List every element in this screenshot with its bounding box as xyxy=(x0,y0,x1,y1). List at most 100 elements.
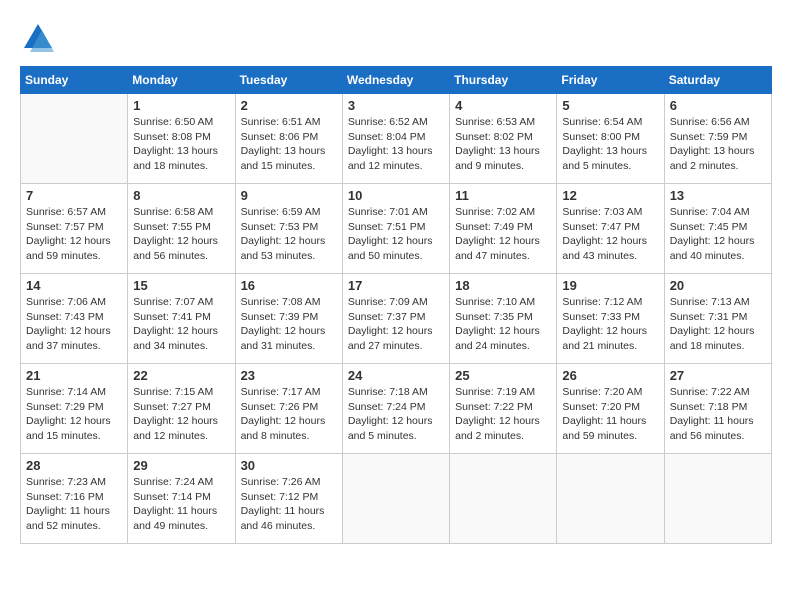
calendar-cell: 24 Sunrise: 7:18 AM Sunset: 7:24 PM Dayli… xyxy=(342,364,449,454)
day-info: Sunrise: 7:04 AM Sunset: 7:45 PM Dayligh… xyxy=(670,205,766,264)
calendar-cell: 27 Sunrise: 7:22 AM Sunset: 7:18 PM Dayli… xyxy=(664,364,771,454)
calendar-cell: 9 Sunrise: 6:59 AM Sunset: 7:53 PM Daylig… xyxy=(235,184,342,274)
day-info: Sunrise: 7:12 AM Sunset: 7:33 PM Dayligh… xyxy=(562,295,658,354)
calendar-table: SundayMondayTuesdayWednesdayThursdayFrid… xyxy=(20,66,772,544)
day-of-week-header: Saturday xyxy=(664,67,771,94)
day-of-week-header: Tuesday xyxy=(235,67,342,94)
day-info: Sunrise: 6:58 AM Sunset: 7:55 PM Dayligh… xyxy=(133,205,229,264)
calendar-cell: 8 Sunrise: 6:58 AM Sunset: 7:55 PM Daylig… xyxy=(128,184,235,274)
day-info: Sunrise: 7:18 AM Sunset: 7:24 PM Dayligh… xyxy=(348,385,444,444)
day-number: 27 xyxy=(670,368,766,383)
page-header xyxy=(20,20,772,56)
calendar-cell: 10 Sunrise: 7:01 AM Sunset: 7:51 PM Dayli… xyxy=(342,184,449,274)
day-of-week-header: Monday xyxy=(128,67,235,94)
day-info: Sunrise: 6:53 AM Sunset: 8:02 PM Dayligh… xyxy=(455,115,551,174)
day-info: Sunrise: 7:19 AM Sunset: 7:22 PM Dayligh… xyxy=(455,385,551,444)
day-number: 18 xyxy=(455,278,551,293)
day-info: Sunrise: 7:03 AM Sunset: 7:47 PM Dayligh… xyxy=(562,205,658,264)
day-number: 30 xyxy=(241,458,337,473)
day-number: 24 xyxy=(348,368,444,383)
day-number: 15 xyxy=(133,278,229,293)
day-of-week-header: Sunday xyxy=(21,67,128,94)
day-info: Sunrise: 6:52 AM Sunset: 8:04 PM Dayligh… xyxy=(348,115,444,174)
day-info: Sunrise: 7:06 AM Sunset: 7:43 PM Dayligh… xyxy=(26,295,122,354)
logo xyxy=(20,20,60,56)
day-info: Sunrise: 7:14 AM Sunset: 7:29 PM Dayligh… xyxy=(26,385,122,444)
day-number: 29 xyxy=(133,458,229,473)
calendar-cell: 11 Sunrise: 7:02 AM Sunset: 7:49 PM Dayli… xyxy=(450,184,557,274)
day-info: Sunrise: 7:13 AM Sunset: 7:31 PM Dayligh… xyxy=(670,295,766,354)
day-number: 17 xyxy=(348,278,444,293)
day-info: Sunrise: 6:56 AM Sunset: 7:59 PM Dayligh… xyxy=(670,115,766,174)
day-number: 9 xyxy=(241,188,337,203)
calendar-cell: 3 Sunrise: 6:52 AM Sunset: 8:04 PM Daylig… xyxy=(342,94,449,184)
day-number: 8 xyxy=(133,188,229,203)
calendar-cell: 1 Sunrise: 6:50 AM Sunset: 8:08 PM Daylig… xyxy=(128,94,235,184)
day-info: Sunrise: 6:50 AM Sunset: 8:08 PM Dayligh… xyxy=(133,115,229,174)
day-number: 25 xyxy=(455,368,551,383)
day-number: 19 xyxy=(562,278,658,293)
calendar-cell: 5 Sunrise: 6:54 AM Sunset: 8:00 PM Daylig… xyxy=(557,94,664,184)
calendar-cell: 29 Sunrise: 7:24 AM Sunset: 7:14 PM Dayli… xyxy=(128,454,235,544)
day-info: Sunrise: 7:10 AM Sunset: 7:35 PM Dayligh… xyxy=(455,295,551,354)
day-info: Sunrise: 7:02 AM Sunset: 7:49 PM Dayligh… xyxy=(455,205,551,264)
day-number: 13 xyxy=(670,188,766,203)
day-info: Sunrise: 7:20 AM Sunset: 7:20 PM Dayligh… xyxy=(562,385,658,444)
calendar-week-row: 7 Sunrise: 6:57 AM Sunset: 7:57 PM Daylig… xyxy=(21,184,772,274)
calendar-week-row: 14Sunrise: 7:06 AM Sunset: 7:43 PM Dayli… xyxy=(21,274,772,364)
day-info: Sunrise: 7:23 AM Sunset: 7:16 PM Dayligh… xyxy=(26,475,122,534)
calendar-cell: 22 Sunrise: 7:15 AM Sunset: 7:27 PM Dayli… xyxy=(128,364,235,454)
calendar-cell: 13 Sunrise: 7:04 AM Sunset: 7:45 PM Dayli… xyxy=(664,184,771,274)
day-number: 16 xyxy=(241,278,337,293)
day-number: 5 xyxy=(562,98,658,113)
day-number: 11 xyxy=(455,188,551,203)
day-info: Sunrise: 7:08 AM Sunset: 7:39 PM Dayligh… xyxy=(241,295,337,354)
day-info: Sunrise: 6:54 AM Sunset: 8:00 PM Dayligh… xyxy=(562,115,658,174)
calendar-cell xyxy=(21,94,128,184)
day-info: Sunrise: 7:15 AM Sunset: 7:27 PM Dayligh… xyxy=(133,385,229,444)
calendar-week-row: 28 Sunrise: 7:23 AM Sunset: 7:16 PM Dayli… xyxy=(21,454,772,544)
calendar-cell: 14Sunrise: 7:06 AM Sunset: 7:43 PM Dayli… xyxy=(21,274,128,364)
calendar-cell: 18 Sunrise: 7:10 AM Sunset: 7:35 PM Dayli… xyxy=(450,274,557,364)
day-number: 6 xyxy=(670,98,766,113)
day-number: 1 xyxy=(133,98,229,113)
day-number: 3 xyxy=(348,98,444,113)
calendar-week-row: 1 Sunrise: 6:50 AM Sunset: 8:08 PM Daylig… xyxy=(21,94,772,184)
calendar-header-row: SundayMondayTuesdayWednesdayThursdayFrid… xyxy=(21,67,772,94)
day-info: Sunrise: 7:07 AM Sunset: 7:41 PM Dayligh… xyxy=(133,295,229,354)
day-info: Sunrise: 7:22 AM Sunset: 7:18 PM Dayligh… xyxy=(670,385,766,444)
day-number: 20 xyxy=(670,278,766,293)
calendar-cell xyxy=(342,454,449,544)
calendar-cell: 4 Sunrise: 6:53 AM Sunset: 8:02 PM Daylig… xyxy=(450,94,557,184)
day-number: 7 xyxy=(26,188,122,203)
day-number: 10 xyxy=(348,188,444,203)
calendar-cell: 30 Sunrise: 7:26 AM Sunset: 7:12 PM Dayli… xyxy=(235,454,342,544)
day-info: Sunrise: 6:57 AM Sunset: 7:57 PM Dayligh… xyxy=(26,205,122,264)
day-number: 2 xyxy=(241,98,337,113)
calendar-cell: 25 Sunrise: 7:19 AM Sunset: 7:22 PM Dayli… xyxy=(450,364,557,454)
day-number: 12 xyxy=(562,188,658,203)
calendar-cell: 19 Sunrise: 7:12 AM Sunset: 7:33 PM Dayli… xyxy=(557,274,664,364)
day-of-week-header: Friday xyxy=(557,67,664,94)
day-info: Sunrise: 7:26 AM Sunset: 7:12 PM Dayligh… xyxy=(241,475,337,534)
day-info: Sunrise: 7:09 AM Sunset: 7:37 PM Dayligh… xyxy=(348,295,444,354)
calendar-cell: 20 Sunrise: 7:13 AM Sunset: 7:31 PM Dayli… xyxy=(664,274,771,364)
calendar-cell: 15 Sunrise: 7:07 AM Sunset: 7:41 PM Dayli… xyxy=(128,274,235,364)
day-number: 26 xyxy=(562,368,658,383)
day-info: Sunrise: 6:59 AM Sunset: 7:53 PM Dayligh… xyxy=(241,205,337,264)
calendar-cell: 12 Sunrise: 7:03 AM Sunset: 7:47 PM Dayli… xyxy=(557,184,664,274)
day-info: Sunrise: 7:01 AM Sunset: 7:51 PM Dayligh… xyxy=(348,205,444,264)
day-number: 22 xyxy=(133,368,229,383)
calendar-cell: 2Sunrise: 6:51 AM Sunset: 8:06 PM Daylig… xyxy=(235,94,342,184)
calendar-cell: 23Sunrise: 7:17 AM Sunset: 7:26 PM Dayli… xyxy=(235,364,342,454)
calendar-cell: 17 Sunrise: 7:09 AM Sunset: 7:37 PM Dayli… xyxy=(342,274,449,364)
day-number: 4 xyxy=(455,98,551,113)
calendar-week-row: 21Sunrise: 7:14 AM Sunset: 7:29 PM Dayli… xyxy=(21,364,772,454)
day-info: Sunrise: 7:17 AM Sunset: 7:26 PM Dayligh… xyxy=(241,385,337,444)
day-number: 28 xyxy=(26,458,122,473)
calendar-cell: 28 Sunrise: 7:23 AM Sunset: 7:16 PM Dayli… xyxy=(21,454,128,544)
calendar-cell: 6 Sunrise: 6:56 AM Sunset: 7:59 PM Daylig… xyxy=(664,94,771,184)
calendar-cell xyxy=(664,454,771,544)
day-info: Sunrise: 7:24 AM Sunset: 7:14 PM Dayligh… xyxy=(133,475,229,534)
calendar-cell xyxy=(557,454,664,544)
